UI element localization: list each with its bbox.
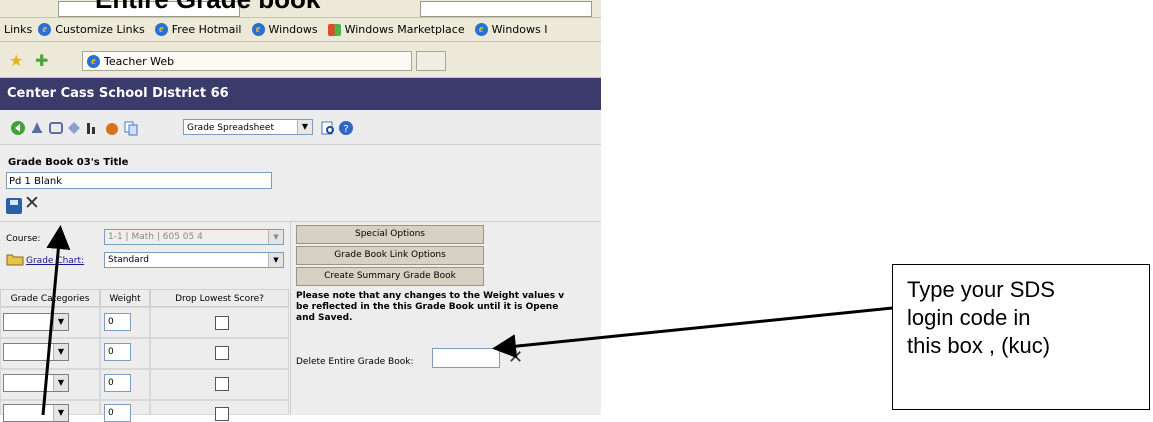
- link-windows-marketplace[interactable]: Windows Marketplace: [327, 23, 465, 36]
- title-input[interactable]: Pd 1 Blank: [6, 172, 272, 189]
- weight-input[interactable]: 0: [104, 343, 131, 361]
- action-row: [0, 194, 601, 222]
- close-icon[interactable]: ✕: [24, 193, 40, 213]
- drop-lowest-checkbox[interactable]: [215, 377, 229, 391]
- link-windows[interactable]: e Windows: [251, 23, 318, 36]
- favorites-star-icon[interactable]: ★: [9, 51, 23, 70]
- back-icon[interactable]: [10, 120, 26, 136]
- tab-teacher-web[interactable]: e Teacher Web: [82, 51, 412, 71]
- weight-input[interactable]: 0: [104, 374, 131, 392]
- ie-icon: e: [251, 23, 265, 36]
- ie-icon: e: [87, 54, 100, 68]
- header-grade-categories: Grade Categories: [0, 289, 100, 307]
- chevron-down-icon: ▼: [53, 344, 68, 360]
- help-icon[interactable]: ?: [338, 120, 354, 136]
- category-select[interactable]: ▼: [3, 313, 69, 331]
- apple-icon[interactable]: [104, 120, 120, 136]
- category-select[interactable]: ▼: [3, 374, 69, 392]
- weight-note: Please note that any changes to the Weig…: [296, 291, 565, 323]
- drop-lowest-checkbox[interactable]: [215, 316, 229, 330]
- instruction-callout: Type your SDS login code in this box , (…: [892, 264, 1150, 410]
- add-favorite-icon[interactable]: ✚: [35, 51, 48, 70]
- links-label: Links: [4, 23, 33, 36]
- search-box[interactable]: [420, 1, 592, 17]
- svg-text:?: ?: [343, 124, 348, 135]
- grade-chart-select[interactable]: Standard ▼: [104, 252, 284, 268]
- category-select[interactable]: ▼: [3, 343, 69, 361]
- pane-divider: [290, 222, 291, 415]
- chevron-down-icon: ▼: [297, 120, 312, 134]
- slide-heading: Entire Grade book: [95, 0, 320, 15]
- folder-icon: [6, 254, 24, 266]
- grade-chart-link[interactable]: Grade Chart:: [26, 256, 84, 266]
- delete-code-input[interactable]: [432, 348, 500, 368]
- link-windows-more[interactable]: e Windows I: [474, 23, 547, 36]
- weight-input[interactable]: 0: [104, 404, 131, 422]
- chevron-down-icon: ▼: [268, 230, 283, 244]
- category-select[interactable]: ▼: [3, 404, 69, 422]
- view-select[interactable]: Grade Spreadsheet ▼: [183, 119, 313, 135]
- special-options-button[interactable]: Special Options: [296, 225, 484, 244]
- link-options-button[interactable]: Grade Book Link Options: [296, 246, 484, 265]
- ie-icon: e: [38, 23, 52, 36]
- chevron-down-icon: ▼: [53, 375, 68, 391]
- ie-icon: e: [154, 23, 168, 36]
- course-select[interactable]: 1-1 | Math | 605 05 4 ▼: [104, 229, 284, 245]
- book-icon[interactable]: [48, 120, 64, 136]
- windows-logo-icon: [327, 23, 341, 36]
- title-label: Grade Book 03's Title: [8, 157, 129, 168]
- delete-label: Delete Entire Grade Book:: [296, 357, 414, 367]
- chart-icon[interactable]: [85, 120, 101, 136]
- create-summary-button[interactable]: Create Summary Grade Book: [296, 267, 484, 286]
- chevron-down-icon: ▼: [53, 314, 68, 330]
- district-header: Center Cass School District 66: [0, 78, 601, 110]
- new-tab-button[interactable]: [416, 51, 446, 71]
- header-weight: Weight: [100, 289, 150, 307]
- drop-lowest-checkbox[interactable]: [215, 346, 229, 360]
- weight-input[interactable]: 0: [104, 313, 131, 331]
- copy-icon[interactable]: [123, 120, 139, 136]
- save-icon[interactable]: [6, 198, 22, 214]
- diamond-icon[interactable]: [66, 120, 82, 136]
- course-label: Course:: [6, 234, 41, 244]
- drop-lowest-checkbox[interactable]: [215, 407, 229, 421]
- chevron-down-icon: ▼: [53, 405, 68, 421]
- ie-icon: e: [474, 23, 488, 36]
- link-customize-links[interactable]: e Customize Links: [38, 23, 145, 36]
- delete-icon[interactable]: ✕: [508, 347, 523, 368]
- chevron-down-icon: ▼: [268, 253, 283, 267]
- print-preview-icon[interactable]: [320, 120, 336, 136]
- links-toolbar: Links e Customize Links e Free Hotmail e Wi…: [0, 18, 601, 42]
- header-drop-lowest: Drop Lowest Score?: [150, 289, 289, 307]
- bell-icon[interactable]: [29, 120, 45, 136]
- link-free-hotmail[interactable]: e Free Hotmail: [154, 23, 242, 36]
- favorites-bar: ★ ✚ e Teacher Web: [0, 43, 601, 78]
